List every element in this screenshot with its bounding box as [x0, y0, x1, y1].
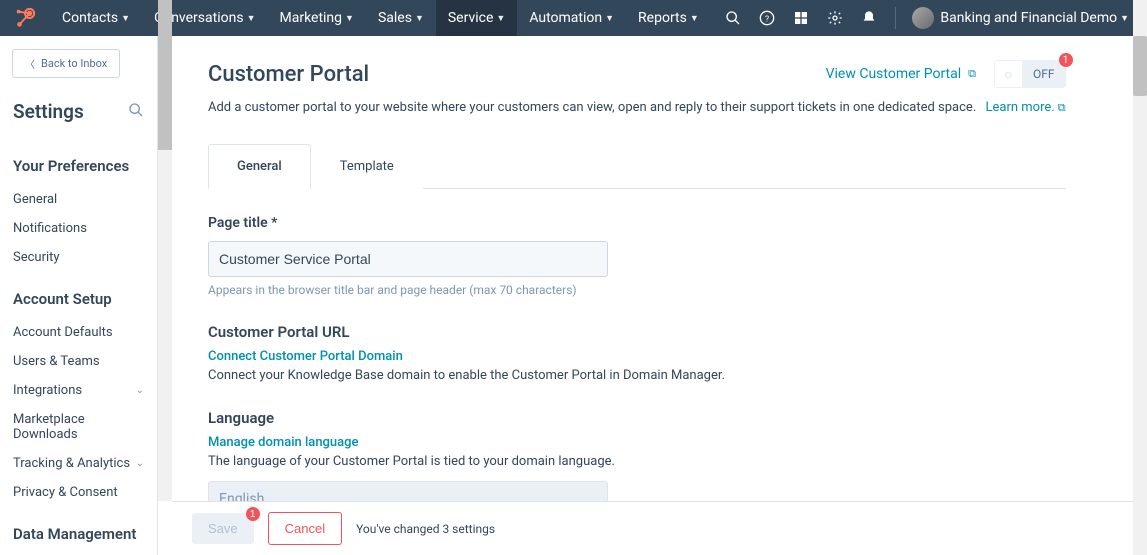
chevron-down-icon: ▼	[605, 13, 614, 24]
chevron-down-icon: ▼	[345, 13, 354, 24]
search-icon[interactable]	[725, 10, 741, 26]
chevron-down-icon: ▼	[121, 13, 130, 24]
hubspot-logo-icon[interactable]	[0, 7, 50, 29]
tab-general[interactable]: General	[208, 144, 311, 189]
search-settings-icon[interactable]	[128, 102, 144, 122]
sidebar-item-privacy-consent[interactable]: Privacy & Consent	[0, 478, 157, 507]
svg-text:?: ?	[765, 14, 769, 24]
chevron-down-icon: ▼	[415, 13, 424, 24]
sidebar-item-account-defaults[interactable]: Account Defaults	[0, 318, 157, 347]
sidebar-item-marketplace-downloads[interactable]: Marketplace Downloads	[0, 405, 157, 449]
chevron-down-icon: ▼	[1120, 13, 1129, 24]
tab-template[interactable]: Template	[311, 144, 423, 189]
learn-more-link[interactable]: Learn more.⧉	[986, 100, 1066, 115]
page-scrollbar[interactable]	[1133, 0, 1147, 555]
sidebar-heading: Account Setup	[0, 272, 157, 318]
external-link-icon: ⧉	[968, 67, 976, 81]
account-name: Banking and Financial Demo	[940, 10, 1117, 26]
sidebar-item-tracking-analytics[interactable]: Tracking & Analytics⌄	[0, 449, 157, 478]
url-section-desc: Connect your Knowledge Base domain to en…	[208, 368, 1066, 383]
page-title-input[interactable]	[208, 241, 608, 277]
tabs: GeneralTemplate	[208, 143, 1066, 189]
topnav-menu: Contacts▼Conversations▼Marketing▼Sales▼S…	[50, 0, 711, 36]
chevron-down-icon: ⌄	[136, 458, 144, 469]
avatar	[912, 7, 934, 29]
topnav-item-sales[interactable]: Sales▼	[366, 0, 436, 36]
settings-icon[interactable]	[827, 10, 843, 26]
language-value: English	[208, 481, 608, 501]
main-content: Customer Portal View Customer Portal ⧉ 1…	[172, 36, 1102, 501]
sidebar-item-general[interactable]: General	[0, 185, 157, 214]
sidebar-item-security[interactable]: Security	[0, 243, 157, 272]
account-menu[interactable]: Banking and Financial Demo ▼	[895, 7, 1129, 29]
marketplace-icon[interactable]	[793, 10, 809, 26]
chevron-left-icon: 〈	[25, 56, 35, 71]
toggle-state: OFF	[1023, 61, 1065, 87]
topnav-item-service[interactable]: Service▼	[436, 0, 517, 36]
chevron-down-icon: ▼	[247, 13, 256, 24]
toggle-handle-icon: ○	[995, 61, 1023, 87]
topnav-item-marketing[interactable]: Marketing▼	[267, 0, 365, 36]
page-title: Customer Portal	[208, 62, 369, 87]
help-icon[interactable]: ?	[759, 10, 775, 26]
page-title-help: Appears in the browser title bar and pag…	[208, 283, 1066, 297]
save-badge: 1	[246, 507, 260, 521]
url-section-heading: Customer Portal URL	[208, 323, 1066, 341]
portal-toggle[interactable]: 1 ○ OFF	[994, 60, 1066, 88]
page-title-label: Page title *	[208, 215, 1066, 231]
page-description: Add a customer portal to your website wh…	[208, 100, 1066, 115]
chevron-down-icon: ▼	[690, 13, 699, 24]
topnav-item-contacts[interactable]: Contacts▼	[50, 0, 142, 36]
chevron-down-icon: ▼	[496, 13, 505, 24]
language-section-desc: The language of your Customer Portal is …	[208, 454, 1066, 469]
language-section-heading: Language	[208, 409, 1066, 427]
top-navigation: Contacts▼Conversations▼Marketing▼Sales▼S…	[0, 0, 1147, 36]
back-label: Back to Inbox	[41, 57, 107, 70]
cancel-button[interactable]: Cancel	[268, 512, 342, 545]
topnav-item-reports[interactable]: Reports▼	[626, 0, 711, 36]
topnav-item-automation[interactable]: Automation▼	[517, 0, 626, 36]
changed-text: You've changed 3 settings	[356, 522, 495, 536]
view-customer-portal-link[interactable]: View Customer Portal ⧉	[826, 66, 976, 82]
sidebar-item-users-teams[interactable]: Users & Teams	[0, 347, 157, 376]
sidebar: 〈 Back to Inbox Settings Your Preference…	[0, 36, 158, 555]
inner-scrollbar[interactable]	[158, 0, 172, 501]
toggle-badge: 1	[1059, 53, 1073, 67]
settings-heading: Settings	[13, 100, 84, 123]
manage-language-link[interactable]: Manage domain language	[208, 435, 1066, 450]
back-to-inbox-button[interactable]: 〈 Back to Inbox	[12, 49, 120, 78]
notifications-icon[interactable]	[861, 10, 877, 26]
external-link-icon: ⧉	[1058, 101, 1066, 114]
sidebar-heading: Your Preferences	[0, 139, 157, 185]
connect-domain-link[interactable]: Connect Customer Portal Domain	[208, 349, 1066, 364]
sidebar-heading: Data Management	[0, 507, 157, 553]
sidebar-item-notifications[interactable]: Notifications	[0, 214, 157, 243]
save-button[interactable]: Save 1	[192, 513, 254, 544]
sidebar-item-integrations[interactable]: Integrations⌄	[0, 376, 157, 405]
chevron-down-icon: ⌄	[136, 385, 144, 396]
footer-bar: Save 1 Cancel You've changed 3 settings	[172, 501, 1133, 555]
